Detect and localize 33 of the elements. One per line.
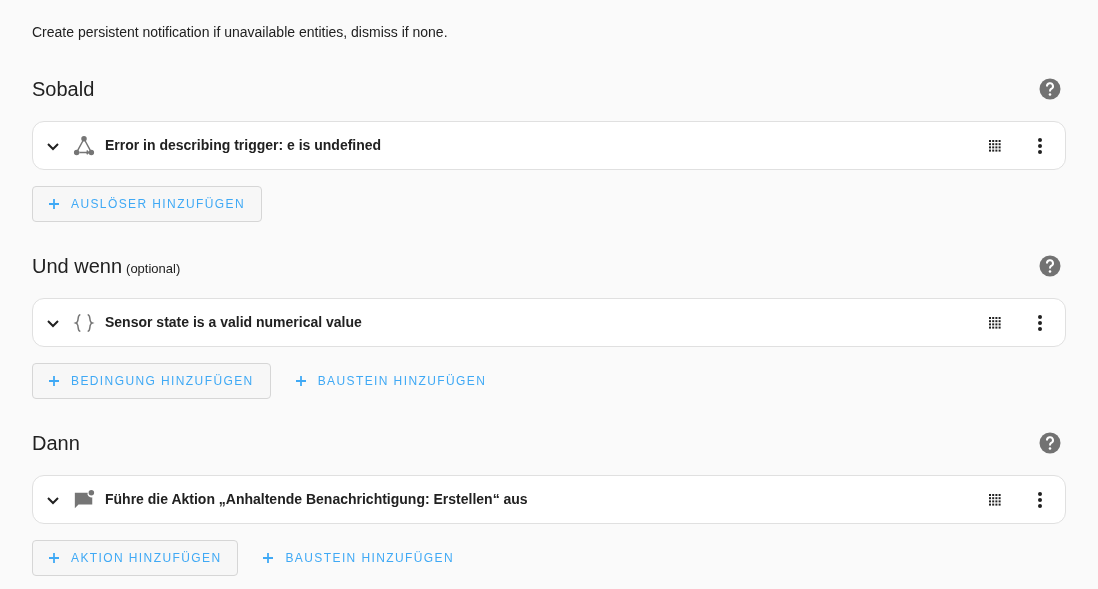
item-card[interactable]: Führe die Aktion „Anhaltende Benachrichtigung: Erstellen“ aus [32, 475, 1066, 524]
add-button[interactable]: BAUSTEIN HINZUFÜGEN [278, 363, 504, 399]
plus-icon [49, 199, 59, 209]
drag-handle-icon[interactable] [989, 139, 1001, 152]
more-icon[interactable] [1037, 490, 1043, 509]
plus-icon [49, 376, 59, 386]
plus-icon [49, 553, 59, 563]
add-button[interactable]: BAUSTEIN HINZUFÜGEN [246, 540, 472, 576]
section-title: Dann [32, 431, 80, 456]
nodes-icon [73, 134, 95, 157]
help-icon[interactable] [1039, 432, 1061, 454]
optional-note: (optional) [126, 260, 181, 278]
braces-icon [73, 311, 95, 334]
help-icon[interactable] [1039, 255, 1061, 277]
add-button[interactable]: AKTION HINZUFÜGEN [32, 540, 239, 576]
plus-icon [263, 553, 274, 563]
message-badge-icon [73, 488, 95, 511]
more-icon[interactable] [1037, 313, 1043, 332]
description: Create persistent notification if unavailable entities, dismiss if none. [32, 23, 449, 42]
item-card[interactable]: Error in describing trigger: e is undefined [32, 121, 1066, 170]
add-button[interactable]: BEDINGUNG HINZUFÜGEN [32, 363, 271, 399]
item-card[interactable]: Sensor state is a valid numerical value [32, 298, 1066, 347]
item-text: Sensor state is a valid numerical value [105, 313, 363, 332]
item-text: Führe die Aktion „Anhaltende Benachrichtigung: Erstellen“ aus [105, 490, 529, 509]
drag-handle-icon[interactable] [989, 493, 1001, 506]
more-icon[interactable] [1037, 136, 1043, 155]
add-button[interactable]: AUSLÖSER HINZUFÜGEN [32, 186, 262, 222]
drag-handle-icon[interactable] [989, 316, 1001, 329]
help-icon[interactable] [1039, 78, 1061, 100]
plus-icon [295, 376, 306, 386]
item-text: Error in describing trigger: e is undefined [105, 136, 383, 155]
section-title: Sobald [32, 77, 95, 102]
section-title: Und wenn [32, 254, 123, 279]
